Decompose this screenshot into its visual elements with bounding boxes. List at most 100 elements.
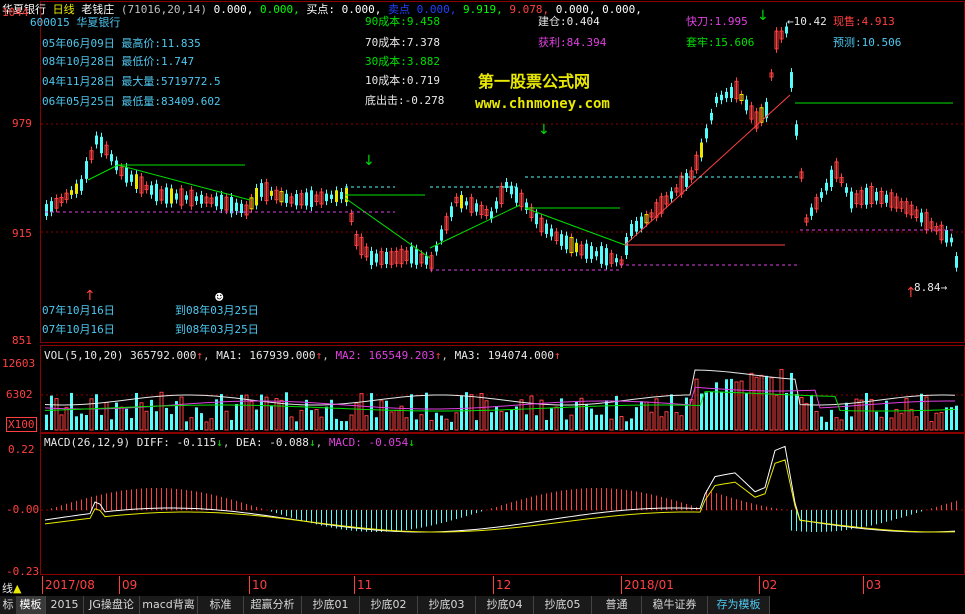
candle-body <box>130 174 133 182</box>
candle-body <box>330 194 333 199</box>
tab-8[interactable]: 抄底03 <box>418 596 476 614</box>
volume-bar <box>490 412 493 430</box>
candle-body <box>185 195 188 200</box>
volume-bar <box>529 395 534 431</box>
chart-canvas[interactable]: ↓ ↓ ↓ ↑ ↑ <box>0 0 965 614</box>
volume-bar <box>785 392 788 430</box>
volume-bar <box>385 400 388 430</box>
volume-bar <box>460 395 463 430</box>
volume-bar <box>110 419 113 430</box>
candle-body <box>625 237 628 255</box>
volume-bar <box>749 372 754 431</box>
candle-body <box>820 192 823 198</box>
volume-bar <box>155 411 158 430</box>
candle-body <box>495 201 498 209</box>
tab-2[interactable]: JG操盘论 <box>84 596 140 614</box>
volume-bar <box>929 421 934 431</box>
tab-7[interactable]: 抄底02 <box>360 596 418 614</box>
candle-body <box>845 187 848 193</box>
candle-body <box>715 96 718 104</box>
volume-bar <box>200 413 203 430</box>
volume-bar <box>279 399 284 431</box>
volume-bar <box>80 413 83 430</box>
volume-bar <box>144 410 149 431</box>
down-arrow-icon: ↓ <box>757 8 769 24</box>
x-axis-label: 09 <box>122 578 138 592</box>
tab-12[interactable]: 稳牛证券 <box>642 596 708 614</box>
candle-body <box>615 258 618 263</box>
candle-body <box>410 246 413 264</box>
volume-bar <box>510 409 513 430</box>
volume-bar <box>370 393 373 430</box>
tab-0[interactable]: 模板 <box>16 596 46 614</box>
candle-body <box>810 207 813 216</box>
tab-9[interactable]: 抄底04 <box>476 596 534 614</box>
vol-ma1-line <box>44 369 956 406</box>
candle-body <box>135 174 138 189</box>
volume-bar <box>630 418 633 430</box>
down-arrow-icon: ↓ <box>363 153 375 169</box>
tab-3[interactable]: macd背离 <box>140 596 198 614</box>
volume-bar <box>100 414 103 430</box>
candle-body <box>100 136 103 154</box>
volume-bar <box>865 392 868 430</box>
volume-bar <box>585 404 588 430</box>
volume-bar <box>759 374 764 431</box>
volume-bar <box>235 403 238 430</box>
x-axis-label: 2018/01 <box>624 578 674 592</box>
volume-bar <box>834 417 839 431</box>
down-arrow-icon: ↓ <box>538 122 550 138</box>
volume-bar <box>484 400 489 431</box>
tab-scroll[interactable]: 标 <box>0 596 17 614</box>
triangle-icon[interactable]: ▲ <box>13 582 21 595</box>
volume-bar <box>579 397 584 431</box>
volume-bar <box>440 415 443 430</box>
x-axis-label: 11 <box>357 578 373 592</box>
volume-bar <box>349 414 354 431</box>
candle-body <box>50 201 53 213</box>
volume-bar <box>170 414 173 430</box>
tab-4[interactable]: 标准 <box>198 596 244 614</box>
candle-body <box>440 229 443 241</box>
tab-13[interactable]: 存为模板 <box>708 596 770 614</box>
candle-body <box>215 196 218 207</box>
volume-bar <box>389 411 394 431</box>
candle-body <box>865 187 868 205</box>
tab-6[interactable]: 抄底01 <box>302 596 360 614</box>
tab-11[interactable]: 普通 <box>592 596 642 614</box>
candle-body <box>550 228 553 237</box>
x-axis-tick <box>863 576 864 594</box>
candle-body <box>920 212 923 223</box>
volume-bar <box>565 419 568 430</box>
volume-bar <box>325 406 328 430</box>
candle-body <box>425 255 428 265</box>
volume-bar <box>845 402 848 430</box>
candle-body <box>730 86 733 99</box>
volume-bar <box>625 421 628 430</box>
volume-bar <box>644 401 649 431</box>
tab-5[interactable]: 超赢分析 <box>244 596 302 614</box>
chart-window[interactable]: 华夏银行 日线 老钱庄 (71016,20,14) 0.000, 0.000, … <box>0 0 965 614</box>
volume-bar <box>179 396 184 431</box>
volume-bar <box>894 408 899 431</box>
tab-10[interactable]: 抄底05 <box>534 596 592 614</box>
candle-body <box>475 203 478 212</box>
candle-body <box>435 245 438 252</box>
candle-body <box>635 220 638 232</box>
volume-bar <box>130 418 133 430</box>
volume-bar <box>799 397 804 431</box>
volume-bar <box>50 395 53 430</box>
volume-bar <box>270 405 273 430</box>
volume-bar <box>364 415 369 431</box>
volume-bar <box>209 418 214 431</box>
candle-body <box>340 192 343 200</box>
x-axis-label: 10 <box>252 578 268 592</box>
x-axis-tick <box>493 576 494 594</box>
volume-bar <box>410 394 413 430</box>
volume-bar <box>299 409 304 431</box>
volume-bar <box>715 382 718 430</box>
volume-bar <box>945 407 948 430</box>
volume-bar <box>600 414 603 430</box>
volume-bar <box>899 412 904 431</box>
tab-1[interactable]: 2015 <box>46 596 84 614</box>
